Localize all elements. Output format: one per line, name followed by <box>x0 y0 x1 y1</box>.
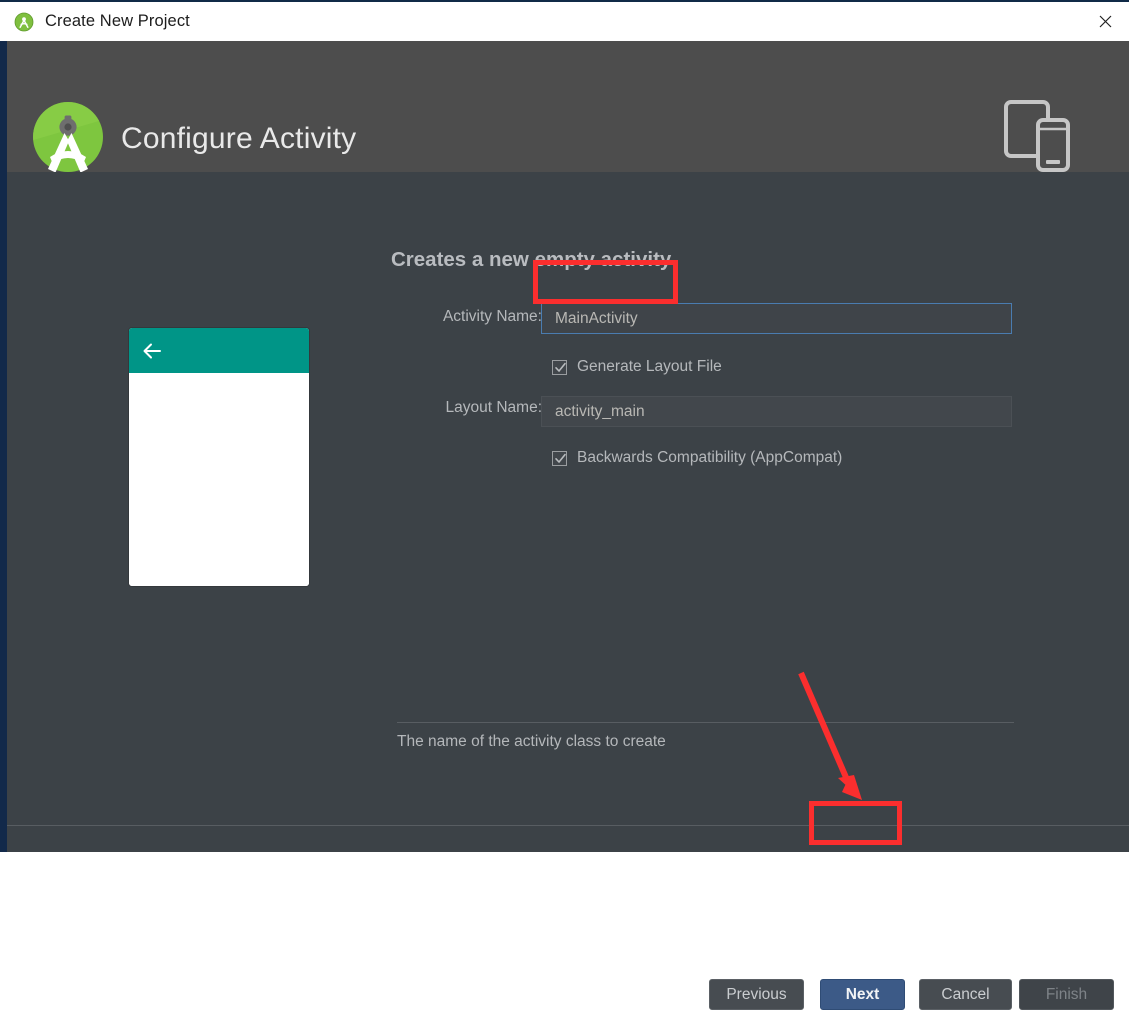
backwards-compatibility-label: Backwards Compatibility (AppCompat) <box>577 449 842 467</box>
activity-preview-thumbnail <box>129 328 309 586</box>
layout-name-input[interactable]: activity_main <box>541 396 1012 427</box>
page-title: Creates a new empty activity <box>391 248 671 272</box>
wizard-header: Configure Activity <box>7 41 1129 172</box>
cancel-button[interactable]: Cancel <box>919 979 1012 1010</box>
android-studio-logo-icon <box>28 97 108 177</box>
generate-layout-file-label: Generate Layout File <box>577 358 722 376</box>
help-divider <box>397 722 1014 723</box>
finish-button: Finish <box>1019 979 1114 1010</box>
wizard-content: Creates a new empty activity Activity Na… <box>7 172 1129 852</box>
previous-button[interactable]: Previous <box>709 979 804 1010</box>
preview-content-area <box>129 373 309 586</box>
window-title: Create New Project <box>45 12 190 31</box>
wizard-step-title: Configure Activity <box>121 122 356 156</box>
layout-name-label: Layout Name: <box>292 399 542 417</box>
dialog-body: Configure Activity Creates a new empty a… <box>0 41 1129 852</box>
android-studio-icon <box>14 12 34 32</box>
preview-appbar <box>129 328 309 373</box>
backwards-compatibility-checkbox-row[interactable]: Backwards Compatibility (AppCompat) <box>552 449 842 467</box>
backwards-compatibility-checkbox[interactable] <box>552 451 567 466</box>
create-new-project-window: Create New Project <box>0 0 1129 852</box>
activity-name-input[interactable]: MainActivity <box>541 303 1012 334</box>
help-text: The name of the activity class to create <box>397 733 666 751</box>
generate-layout-file-checkbox-row[interactable]: Generate Layout File <box>552 358 722 376</box>
close-icon[interactable] <box>1082 2 1129 41</box>
back-arrow-icon <box>141 340 163 362</box>
generate-layout-file-checkbox[interactable] <box>552 360 567 375</box>
next-button[interactable]: Next <box>820 979 905 1010</box>
phone-and-tablet-icon <box>1002 98 1074 174</box>
activity-name-label: Activity Name: <box>292 308 542 326</box>
wizard-footer: Previous Next Cancel Finish <box>7 826 1129 852</box>
window-titlebar: Create New Project <box>0 0 1129 41</box>
